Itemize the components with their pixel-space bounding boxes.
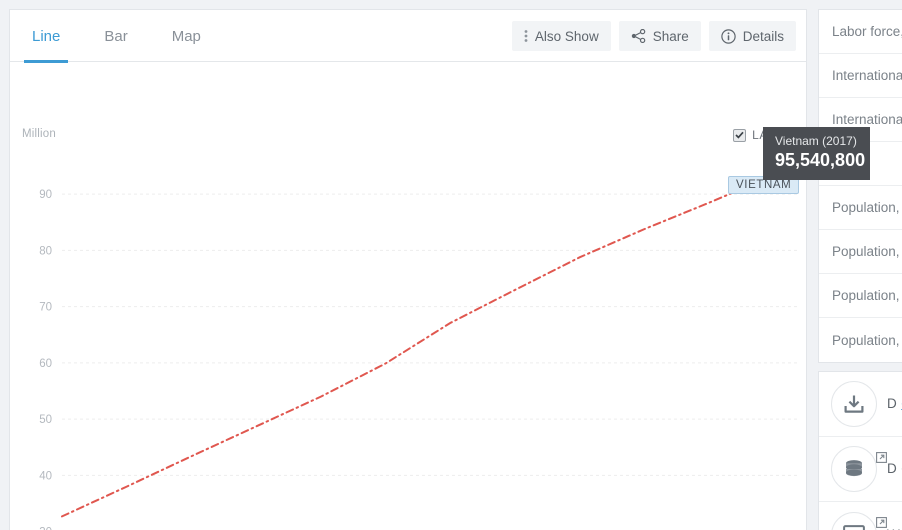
- list-item[interactable]: Population,: [819, 186, 902, 230]
- download-icon: [831, 381, 877, 427]
- y-tick-label: 60: [39, 358, 52, 370]
- chart-tabs: Line Bar Map: [10, 10, 223, 63]
- y-tick-label: 80: [39, 245, 52, 257]
- details-label: Details: [742, 28, 784, 44]
- list-item-label: Internationa: [832, 68, 902, 83]
- app-root: Line Bar Map Also Show Share Details Mil…: [0, 0, 902, 530]
- list-item[interactable]: Internationa: [819, 54, 902, 98]
- database-action[interactable]: D C: [819, 437, 902, 502]
- y-tick-label: 50: [39, 414, 52, 426]
- y-tick-label: 40: [39, 470, 52, 482]
- chart-plot-area: Million LABEL 30405060708090 19601965197…: [10, 62, 808, 530]
- list-item-label: Population,: [832, 332, 900, 348]
- download-action[interactable]: D C: [819, 372, 902, 437]
- list-item-label: Internationa: [832, 112, 902, 127]
- tab-line[interactable]: Line: [10, 10, 82, 63]
- tab-bar-label: Bar: [104, 27, 128, 45]
- chart-toolbar: Also Show Share Details: [511, 21, 796, 51]
- kebab-menu-icon: [524, 29, 528, 43]
- share-label: Share: [652, 28, 689, 44]
- list-item[interactable]: Population,: [819, 274, 902, 318]
- also-show-button[interactable]: Also Show: [511, 21, 611, 51]
- list-item[interactable]: Population,: [819, 230, 902, 274]
- list-item-label: Population,: [832, 200, 900, 215]
- external-link-icon: [876, 515, 887, 528]
- database-icon: [831, 446, 877, 492]
- series-line-vietnam: [61, 162, 801, 518]
- gridlines: [62, 193, 800, 476]
- right-sidebar: Labor force, Internationa Internationa t…: [818, 9, 902, 530]
- window-action[interactable]: W: [819, 502, 902, 530]
- info-circle-icon: [721, 28, 736, 44]
- list-item[interactable]: Labor force,: [819, 10, 902, 54]
- chart-svg: 30405060708090 1960196519701975198019851…: [39, 157, 806, 530]
- database-action-title: D: [887, 461, 897, 476]
- tooltip-value: 95,540,800: [775, 150, 866, 170]
- window-icon: [831, 511, 877, 530]
- y-axis-ticks: 30 40 50 60 70 80 90: [39, 189, 52, 530]
- list-item-label: Labor force,: [832, 24, 902, 39]
- external-link-icon: [876, 450, 887, 463]
- database-action-text: D C: [887, 460, 902, 478]
- list-item-label: Population,: [832, 244, 900, 259]
- window-action-text: W: [887, 526, 900, 530]
- sidebar-actions: D C: [818, 371, 902, 530]
- tab-map[interactable]: Map: [150, 10, 223, 62]
- download-action-title: D: [887, 396, 897, 411]
- chart-tabbar: Line Bar Map Also Show Share Details: [10, 10, 806, 63]
- tab-line-label: Line: [32, 27, 61, 45]
- list-item-label: Population,: [832, 288, 900, 303]
- download-action-text: D C: [887, 395, 902, 413]
- list-item[interactable]: Population,: [819, 318, 902, 362]
- window-action-title: W: [887, 527, 900, 530]
- data-tooltip: Vietnam (2017) 95,540,800: [763, 127, 870, 180]
- tooltip-title: Vietnam (2017): [775, 134, 857, 148]
- tab-bar[interactable]: Bar: [82, 10, 149, 62]
- y-tick-label: 70: [39, 302, 52, 314]
- tab-map-label: Map: [171, 27, 201, 45]
- details-button[interactable]: Details: [708, 21, 796, 51]
- series-group: [61, 162, 801, 518]
- chart-card: Line Bar Map Also Show Share Details Mil…: [9, 9, 807, 530]
- share-button[interactable]: Share: [618, 21, 701, 51]
- y-tick-label: 30: [39, 527, 52, 530]
- y-tick-label: 90: [39, 189, 52, 201]
- indicator-list: Labor force, Internationa Internationa t…: [818, 9, 902, 363]
- share-icon: [631, 29, 646, 43]
- also-show-label: Also Show: [534, 28, 599, 44]
